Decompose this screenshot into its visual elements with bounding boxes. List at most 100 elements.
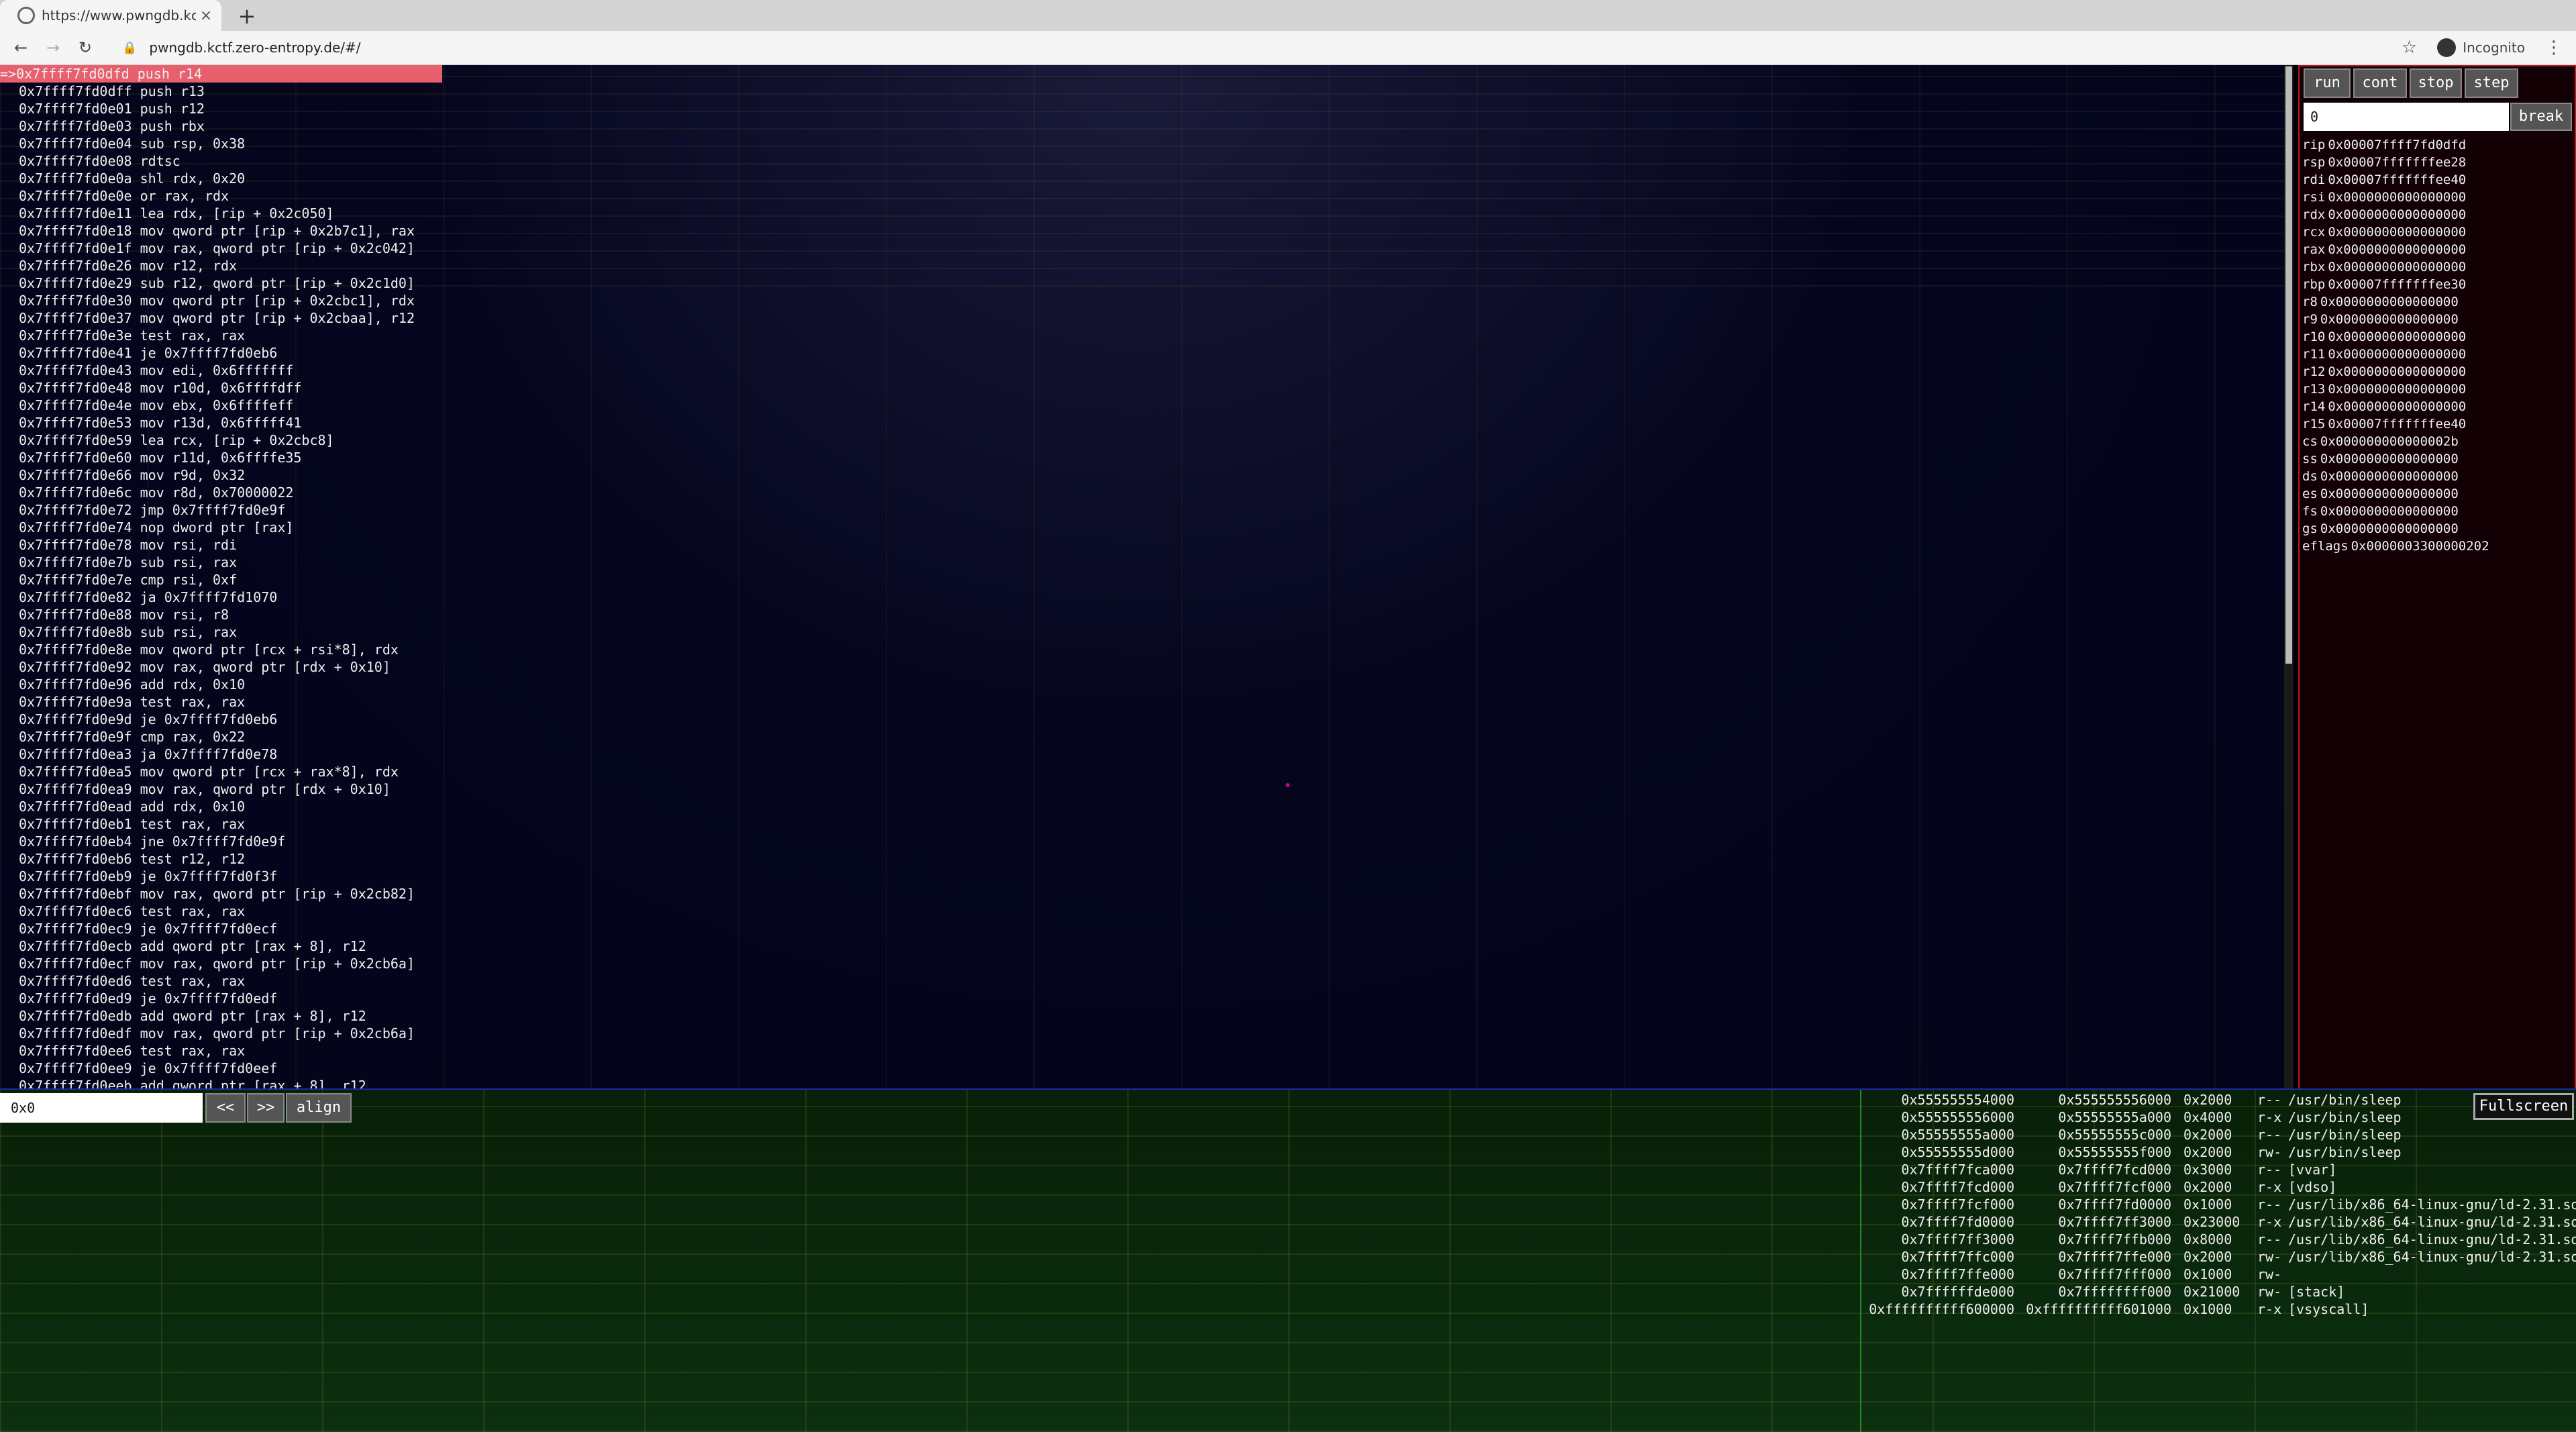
instruction-text: 0x7ffff7fd0dfd push r14	[16, 66, 203, 82]
address-bar[interactable]: pwngdb.kctf.zero-entropy.de/#/	[149, 40, 2401, 56]
disassembly-line[interactable]: 0x7ffff7fd0e29 sub r12, qword ptr [rip +…	[0, 274, 415, 292]
disassembly-line[interactable]: 0x7ffff7fd0eb9 je 0x7ffff7fd0f3f	[0, 868, 277, 885]
register-panel: run cont stop step 0 break rip 0x00007fff…	[2298, 65, 2576, 1090]
fullscreen-button[interactable]: Fullscreen	[2473, 1093, 2574, 1120]
disassembly-line[interactable]: 0x7ffff7fd0e53 mov r13d, 0x6fffff41	[0, 414, 301, 431]
disassembly-line[interactable]: 0x7ffff7fd0e82 ja 0x7ffff7fd1070	[0, 589, 277, 606]
disassembly-line[interactable]: 0x7ffff7fd0ecf mov rax, qword ptr [rip +…	[0, 955, 415, 972]
register-row: r12 0x0000000000000000	[2302, 363, 2466, 380]
register-value: 0x000000000000002b	[2320, 434, 2459, 449]
scrollbar-thumb[interactable]	[2285, 66, 2292, 664]
disassembly-line[interactable]: 0x7ffff7fd0e88 mov rsi, r8	[0, 606, 229, 623]
vmmap-start: 0x55555555a000	[1901, 1127, 2014, 1143]
disassembly-line[interactable]: 0x7ffff7fd0ead add rdx, 0x10	[0, 798, 245, 815]
tab-close-icon[interactable]: ×	[196, 7, 216, 24]
register-row: rdi 0x00007fffffffee40	[2302, 171, 2466, 189]
disassembly-line[interactable]: 0x7ffff7fd0dff push r13	[0, 83, 205, 100]
bookmark-star-icon[interactable]: ☆	[2402, 38, 2417, 58]
disassembly-line[interactable]: 0x7ffff7fd0ec9 je 0x7ffff7fd0ecf	[0, 920, 277, 937]
step-button[interactable]: step	[2465, 68, 2518, 98]
register-name: r15	[2302, 417, 2326, 431]
register-value: 0x0000000000000000	[2328, 260, 2467, 274]
register-value: 0x0000000000000000	[2320, 487, 2459, 501]
disassembly-line[interactable]: 0x7ffff7fd0ecb add qword ptr [rax + 8], …	[0, 937, 366, 955]
disassembly-line[interactable]: 0x7ffff7fd0e66 mov r9d, 0x32	[0, 466, 245, 484]
reload-icon[interactable]: ↻	[74, 38, 97, 57]
browser-tab[interactable]: https://www.pwngdb.kctf.zero-entropy.de/…	[0, 0, 221, 31]
current-instruction[interactable]: =>0x7ffff7fd0dfd push r14	[0, 65, 442, 83]
disassembly-line[interactable]: 0x7ffff7fd0e01 push r12	[0, 100, 205, 117]
disassembly-line[interactable]: 0x7ffff7fd0e74 nop dword ptr [rax]	[0, 519, 293, 536]
memory-align-button[interactable]: align	[286, 1093, 352, 1123]
memory-address-input[interactable]: 0x0	[0, 1093, 203, 1123]
cont-button[interactable]: cont	[2353, 68, 2407, 98]
memory-next-button[interactable]: >>	[247, 1093, 285, 1123]
disassembly-line[interactable]: 0x7ffff7fd0e92 mov rax, qword ptr [rdx +…	[0, 658, 391, 676]
disassembly-line[interactable]: 0x7ffff7fd0e9d je 0x7ffff7fd0eb6	[0, 711, 277, 728]
disassembly-line[interactable]: 0x7ffff7fd0ee9 je 0x7ffff7fd0eef	[0, 1060, 277, 1077]
run-button[interactable]: run	[2304, 68, 2351, 98]
register-name: r11	[2302, 347, 2326, 362]
disassembly-line[interactable]: 0x7ffff7fd0e4e mov ebx, 0x6ffffeff	[0, 397, 293, 414]
register-name: rbp	[2302, 277, 2326, 292]
disassembly-line[interactable]: 0x7ffff7fd0e26 mov r12, rdx	[0, 257, 237, 274]
disassembly-line[interactable]: 0x7ffff7fd0ee6 test rax, rax	[0, 1042, 245, 1060]
disassembly-line[interactable]: 0x7ffff7fd0e11 lea rdx, [rip + 0x2c050]	[0, 205, 334, 222]
disassembly-line[interactable]: 0x7ffff7fd0ec6 test rax, rax	[0, 903, 245, 920]
globe-icon	[17, 7, 35, 24]
disassembly-line[interactable]: 0x7ffff7fd0ed9 je 0x7ffff7fd0edf	[0, 990, 277, 1007]
register-name: rcx	[2302, 225, 2326, 240]
disassembly-line[interactable]: 0x7ffff7fd0e43 mov edi, 0x6fffffff	[0, 362, 293, 379]
disassembly-line[interactable]: 0x7ffff7fd0ebf mov rax, qword ptr [rip +…	[0, 885, 415, 903]
disassembly-line[interactable]: 0x7ffff7fd0e3e test rax, rax	[0, 327, 245, 344]
register-value: 0x0000000000000000	[2328, 190, 2467, 205]
disassembly-line[interactable]: 0x7ffff7fd0e1f mov rax, qword ptr [rip +…	[0, 240, 415, 257]
disassembly-line[interactable]: 0x7ffff7fd0eb1 test rax, rax	[0, 815, 245, 833]
disassembly-line[interactable]: 0x7ffff7fd0e7e cmp rsi, 0xf	[0, 571, 237, 589]
disassembly-line[interactable]: 0x7ffff7fd0e59 lea rcx, [rip + 0x2cbc8]	[0, 431, 334, 449]
disassembly-line[interactable]: 0x7ffff7fd0edf mov rax, qword ptr [rip +…	[0, 1025, 415, 1042]
forward-icon[interactable]: →	[42, 38, 64, 57]
incognito-indicator[interactable]: Incognito	[2437, 38, 2525, 57]
break-button[interactable]: break	[2510, 103, 2572, 131]
disassembly-line[interactable]: 0x7ffff7fd0e37 mov qword ptr [rip + 0x2c…	[0, 309, 415, 327]
disassembly-line[interactable]: 0x7ffff7fd0e08 rdtsc	[0, 152, 181, 170]
disassembly-line[interactable]: 0x7ffff7fd0ed6 test rax, rax	[0, 972, 245, 990]
vmmap-perm: r--	[2257, 1196, 2282, 1213]
disassembly-line[interactable]: 0x7ffff7fd0e8e mov qword ptr [rcx + rsi*…	[0, 641, 399, 658]
disassembly-line[interactable]: 0x7ffff7fd0ea5 mov qword ptr [rcx + rax*…	[0, 763, 399, 780]
new-tab-button[interactable]: +	[234, 3, 260, 30]
disassembly-line[interactable]: 0x7ffff7fd0ea3 ja 0x7ffff7fd0e78	[0, 746, 277, 763]
disassembly-line[interactable]: 0x7ffff7fd0e72 jmp 0x7ffff7fd0e9f	[0, 501, 285, 519]
vmmap-end: 0x7ffff7fcf000	[2058, 1179, 2171, 1195]
disassembly-line[interactable]: 0x7ffff7fd0e04 sub rsp, 0x38	[0, 135, 245, 152]
stop-button[interactable]: stop	[2410, 68, 2462, 98]
disassembly-line[interactable]: 0x7ffff7fd0e0e or rax, rdx	[0, 187, 229, 205]
back-icon[interactable]: ←	[9, 38, 32, 57]
disassembly-line[interactable]: 0x7ffff7fd0e9f cmp rax, 0x22	[0, 728, 245, 746]
disassembly-line[interactable]: 0x7ffff7fd0eeb add qword ptr [rax + 8], …	[0, 1077, 366, 1088]
disassembly-line[interactable]: 0x7ffff7fd0e6c mov r8d, 0x70000022	[0, 484, 293, 501]
disassembly-line[interactable]: 0x7ffff7fd0e41 je 0x7ffff7fd0eb6	[0, 344, 277, 362]
disassembly-line[interactable]: 0x7ffff7fd0eb4 jne 0x7ffff7fd0e9f	[0, 833, 285, 850]
disassembly-line[interactable]: 0x7ffff7fd0eb6 test r12, r12	[0, 850, 245, 868]
background-dot	[1286, 783, 1290, 787]
disassembly-line[interactable]: 0x7ffff7fd0e78 mov rsi, rdi	[0, 536, 237, 554]
disassembly-line[interactable]: 0x7ffff7fd0e18 mov qword ptr [rip + 0x2b…	[0, 222, 415, 240]
disassembly-line[interactable]: 0x7ffff7fd0ea9 mov rax, qword ptr [rdx +…	[0, 780, 391, 798]
disassembly-line[interactable]: 0x7ffff7fd0e03 push rbx	[0, 117, 205, 135]
disassembly-line[interactable]: 0x7ffff7fd0e8b sub rsi, rax	[0, 623, 237, 641]
disassembly-line[interactable]: 0x7ffff7fd0edb add qword ptr [rax + 8], …	[0, 1007, 366, 1025]
breakpoint-input[interactable]: 0	[2304, 103, 2509, 131]
disassembly-line[interactable]: 0x7ffff7fd0e60 mov r11d, 0x6ffffe35	[0, 449, 301, 466]
memory-prev-button[interactable]: <<	[205, 1093, 246, 1123]
lock-icon[interactable]: 🔒	[122, 41, 137, 55]
disassembly-pane[interactable]: =>0x7ffff7fd0dfd push r14 0x7ffff7fd0dff …	[0, 65, 2284, 1088]
disassembly-line[interactable]: 0x7ffff7fd0e96 add rdx, 0x10	[0, 676, 245, 693]
disassembly-line[interactable]: 0x7ffff7fd0e30 mov qword ptr [rip + 0x2c…	[0, 292, 415, 309]
disassembly-line[interactable]: 0x7ffff7fd0e9a test rax, rax	[0, 693, 245, 711]
disassembly-line[interactable]: 0x7ffff7fd0e0a shl rdx, 0x20	[0, 170, 245, 187]
disassembly-line[interactable]: 0x7ffff7fd0e48 mov r10d, 0x6ffffdff	[0, 379, 301, 397]
disassembly-line[interactable]: 0x7ffff7fd0e7b sub rsi, rax	[0, 554, 237, 571]
menu-kebab-icon[interactable]: ⋮	[2545, 38, 2563, 58]
